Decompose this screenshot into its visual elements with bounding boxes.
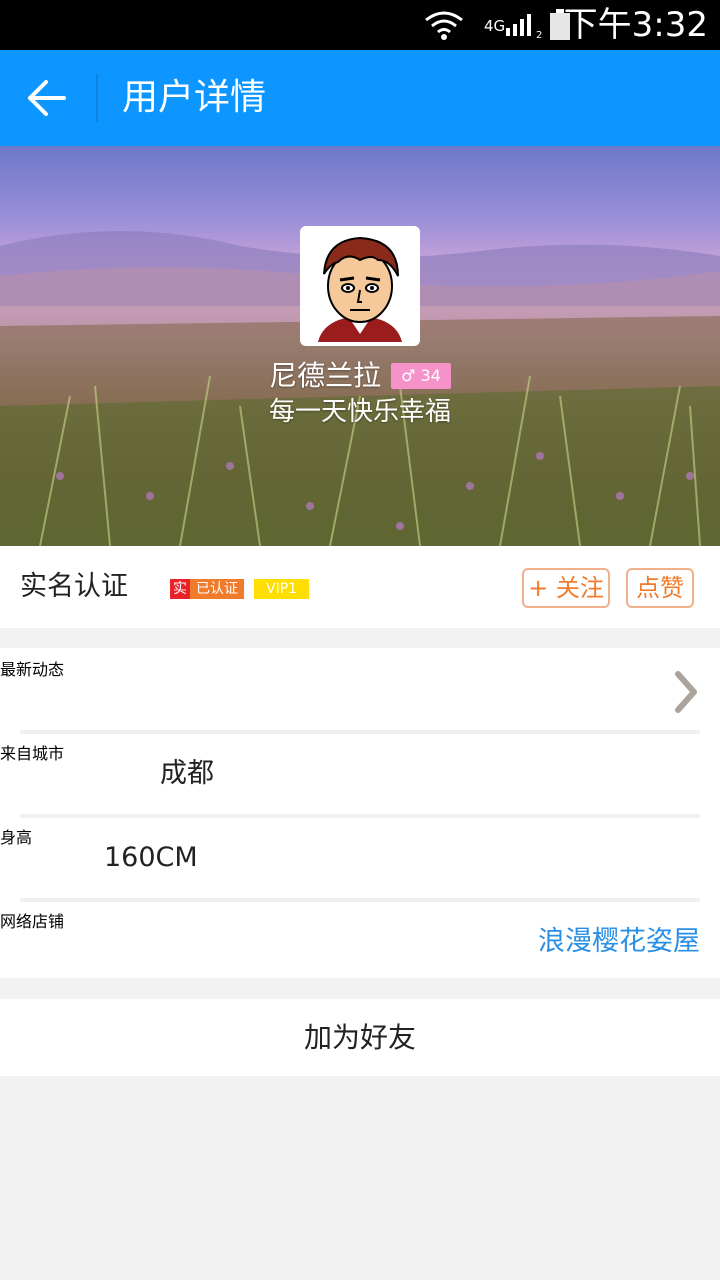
verified-badge: 已认证 <box>190 579 244 599</box>
user-name: 尼德兰拉 <box>269 359 382 392</box>
male-icon: ♂ <box>401 366 416 385</box>
follow-button[interactable]: + 关注 <box>522 568 610 608</box>
chevron-right-icon <box>675 671 697 713</box>
shop-label: 网络店铺 <box>0 912 65 931</box>
height-label: 身高 <box>0 828 33 847</box>
info-list: 最新动态 来自城市 成都 身高 160CM 网络店铺 浪漫樱花姿屋 <box>0 648 720 978</box>
clock: 下午3:32 <box>563 5 708 45</box>
arrow-left-icon[interactable] <box>24 78 68 118</box>
sim-slot: 2 <box>536 30 543 41</box>
name-row: 尼德兰拉 ♂ 34 <box>0 356 720 396</box>
landscape-background <box>0 231 720 546</box>
vip-badge: VIP1 <box>254 579 310 599</box>
verification-row: 实名认证 <box>0 546 720 628</box>
city-label: 来自城市 <box>0 744 65 763</box>
latest-activity-row[interactable]: 最新动态 <box>0 650 720 730</box>
real-name-badge: 实 <box>170 579 190 599</box>
network-type: 4G <box>484 17 506 35</box>
avatar[interactable] <box>300 226 420 346</box>
app-bar: 用户详情 <box>0 50 720 146</box>
like-button[interactable]: 点赞 <box>626 568 694 608</box>
gender-age-badge: ♂ 34 <box>391 363 451 389</box>
shop-row: 网络店铺 浪漫樱花姿屋 <box>0 902 720 982</box>
profile-header: 尼德兰拉 ♂ 34 每一天快乐幸福 <box>0 146 720 546</box>
signal-icon <box>506 14 531 36</box>
city-value: 成都 <box>160 758 214 789</box>
height-row: 身高 160CM <box>0 818 720 898</box>
verification-label: 实名认证 <box>20 571 128 602</box>
app-bar-divider <box>96 74 98 122</box>
page-title: 用户详情 <box>122 77 267 118</box>
height-value: 160CM <box>104 842 198 873</box>
city-row: 来自城市 成都 <box>0 734 720 814</box>
status-bar: 4G 2 下午3:32 <box>0 0 720 50</box>
avatar-cartoon-icon <box>304 230 416 342</box>
latest-activity-label: 最新动态 <box>0 660 65 679</box>
age: 34 <box>420 366 441 385</box>
wifi-icon <box>425 11 463 40</box>
shop-link[interactable]: 浪漫樱花姿屋 <box>538 922 700 962</box>
user-motto: 每一天快乐幸福 <box>268 397 451 427</box>
add-friend-button[interactable]: 加为好友 <box>0 999 720 1076</box>
